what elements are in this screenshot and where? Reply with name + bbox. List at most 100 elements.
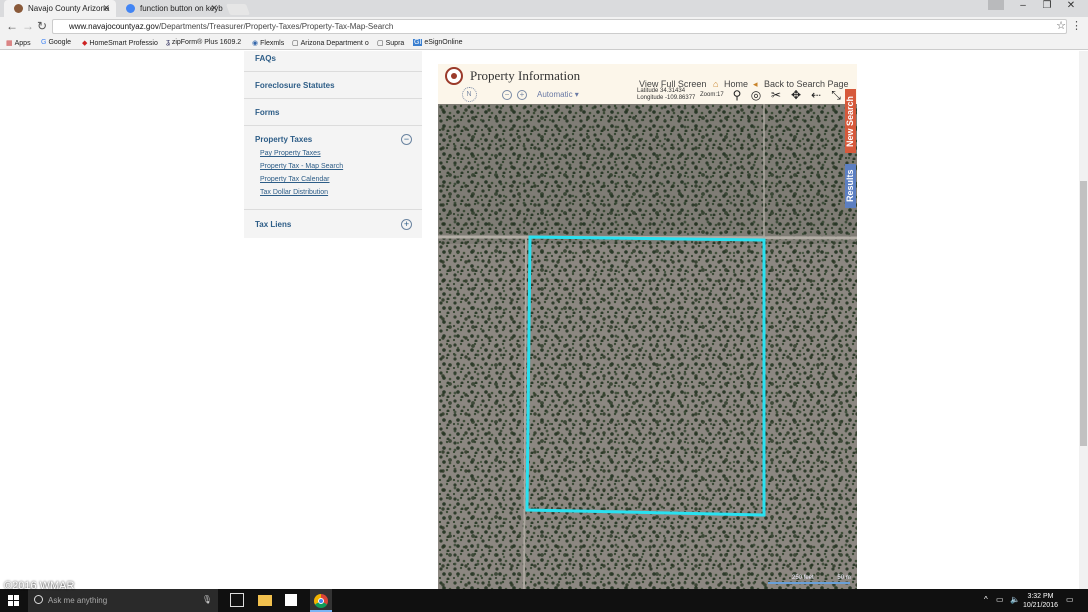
bookmarks-bar: ▦ Apps G Google ◆ HomeSmart Professio ʓ zipF… xyxy=(0,36,1088,50)
flexmls-icon: ◉ xyxy=(252,40,259,47)
microphone-icon[interactable]: 🎙 xyxy=(202,595,212,604)
bookmark-apps[interactable]: ▦ Apps xyxy=(6,39,31,47)
network-icon[interactable]: ▭ xyxy=(996,595,1004,604)
bookmark-label: Supra xyxy=(385,40,405,47)
browser-menu-icon[interactable]: ⋮ xyxy=(1071,19,1082,32)
map-title: Property Information xyxy=(470,68,581,83)
divider xyxy=(244,125,422,126)
scale-bar: 250 feet 50 m xyxy=(768,575,851,584)
zipform-icon: ʓ xyxy=(166,39,170,46)
bookmark-label: eSignOnline xyxy=(424,39,463,46)
minimize-icon[interactable]: – xyxy=(1012,0,1034,11)
coordinate-readout: Latitude 34.31434 Longitude -109.86377 xyxy=(637,88,695,102)
scale-bar-line xyxy=(768,582,850,584)
task-view-icon[interactable] xyxy=(230,593,244,607)
zoom-level: Zoom:17 xyxy=(700,92,724,98)
divider xyxy=(244,71,422,72)
notifications-icon[interactable]: ▭ xyxy=(1066,595,1074,604)
tab-google-search[interactable]: function button on keyb ✕ xyxy=(116,0,224,17)
windows-start-icon[interactable] xyxy=(8,595,19,606)
new-search-tab[interactable]: New Search xyxy=(845,89,856,153)
zoom-out-icon[interactable]: − xyxy=(502,90,512,100)
apps-grid-icon: ▦ xyxy=(6,40,13,47)
page-icon: ▢ xyxy=(377,40,384,47)
scale-meters: 50 m xyxy=(837,575,851,581)
bookmark-google[interactable]: G Google xyxy=(41,39,71,46)
bookmark-esignonline[interactable]: GI eSignOnline xyxy=(413,39,463,46)
forward-arrow-icon[interactable]: → xyxy=(22,19,34,33)
compass-pan-control[interactable]: N xyxy=(457,87,481,103)
results-tab[interactable]: Results xyxy=(845,164,856,208)
close-tab-icon[interactable]: ✕ xyxy=(210,3,218,14)
sidebar-item-tax-liens[interactable]: Tax Liens xyxy=(255,220,291,229)
basemap-select[interactable]: Automatic ▾ xyxy=(537,90,579,99)
store-icon[interactable] xyxy=(285,594,297,606)
address-bar-row: ← → ↻ www.navajocountyaz.gov/Departments… xyxy=(0,17,1088,36)
locate-tool-icon[interactable]: ◎ xyxy=(748,88,764,102)
search-icon xyxy=(34,595,43,604)
sub-item-tax-dollar-distribution[interactable]: Tax Dollar Distribution xyxy=(260,189,328,196)
bookmark-flexmls[interactable]: ◉ Flexmls xyxy=(252,39,284,47)
bookmark-label: HomeSmart Professio xyxy=(89,40,158,47)
sidebar-item-faqs[interactable]: FAQs xyxy=(255,54,276,63)
sub-item-property-tax-map-search[interactable]: Property Tax - Map Search xyxy=(260,163,343,170)
bookmark-label: Arizona Department o xyxy=(300,40,369,47)
reload-icon[interactable]: ↻ xyxy=(37,19,47,33)
user-profile-icon[interactable] xyxy=(988,0,1004,10)
tray-chevron-icon[interactable]: ^ xyxy=(984,595,988,604)
cortana-search-box[interactable]: Ask me anything 🎙 xyxy=(28,589,218,612)
page-scrollbar[interactable] xyxy=(1079,51,1088,589)
browser-tab-strip: Navajo County Arizona ✕ function button … xyxy=(0,0,1088,17)
scrollbar-thumb[interactable] xyxy=(1080,181,1087,446)
back-arrow-icon[interactable]: ← xyxy=(6,19,18,33)
esign-icon: GI xyxy=(413,39,423,46)
page-icon: ▢ xyxy=(292,40,299,47)
pan-tool-icon[interactable]: ✥ xyxy=(788,88,804,102)
longitude-readout: Longitude -109.86377 xyxy=(637,95,696,101)
clock-time: 3:32 PM xyxy=(1027,593,1054,600)
bookmark-label: Flexmls xyxy=(260,40,285,47)
zoom-in-icon[interactable]: + xyxy=(517,90,527,100)
divider xyxy=(244,209,422,210)
tab-navajo-county[interactable]: Navajo County Arizona ✕ xyxy=(4,0,116,17)
aerial-map-image[interactable] xyxy=(438,104,857,590)
bookmark-arizona-dept[interactable]: ▢ Arizona Department o xyxy=(292,39,369,47)
url-path: /Departments/Treasurer/Property-Taxes/Pr… xyxy=(158,22,394,31)
county-favicon-icon xyxy=(14,4,23,13)
measure-tool-icon[interactable]: ✂ xyxy=(768,88,784,102)
bookmark-supra[interactable]: ▢ Supra xyxy=(377,39,404,47)
google-favicon-icon xyxy=(126,4,135,13)
previous-extent-icon[interactable]: ⇠ xyxy=(808,88,824,102)
copyright-watermark: ©2016 WMAR xyxy=(4,580,75,592)
identify-tool-icon[interactable]: ⚲ xyxy=(729,88,745,102)
basemap-value: Automatic xyxy=(537,90,573,99)
home-link-icon[interactable]: ⌂ xyxy=(713,79,718,89)
bookmark-zipform[interactable]: ʓ zipForm® Plus 1609.2 xyxy=(166,39,241,46)
sub-item-property-tax-calendar[interactable]: Property Tax Calendar xyxy=(260,176,330,183)
sidebar-item-foreclosure-statutes[interactable]: Foreclosure Statutes xyxy=(255,81,335,90)
expand-icon[interactable]: + xyxy=(401,219,412,230)
sidebar-item-property-taxes[interactable]: Property Taxes xyxy=(255,135,312,144)
restore-icon[interactable]: ❐ xyxy=(1036,0,1058,11)
collapse-icon[interactable]: − xyxy=(401,134,412,145)
chrome-icon[interactable] xyxy=(310,589,332,612)
google-icon: G xyxy=(41,39,47,46)
close-tab-icon[interactable]: ✕ xyxy=(102,3,110,14)
file-explorer-icon[interactable] xyxy=(258,595,272,606)
sidebar-item-forms[interactable]: Forms xyxy=(255,108,279,117)
county-seal-icon xyxy=(445,67,463,85)
close-window-icon[interactable]: ✕ xyxy=(1060,0,1082,11)
bookmark-label: Apps xyxy=(14,40,31,47)
bookmark-homesmart[interactable]: ◆ HomeSmart Professio xyxy=(82,39,158,47)
volume-icon[interactable]: 🔈 xyxy=(1010,595,1020,604)
bookmark-star-icon[interactable]: ☆ xyxy=(1056,19,1066,32)
sub-item-pay-property-taxes[interactable]: Pay Property Taxes xyxy=(260,150,321,157)
full-extent-icon[interactable]: ⤡ xyxy=(828,88,844,102)
bookmark-label: zipForm® Plus 1609.2 xyxy=(171,39,242,46)
new-tab-button[interactable] xyxy=(225,4,251,15)
department-sidebar: FAQs Foreclosure Statutes Forms Property… xyxy=(244,51,422,238)
compass-letter: N xyxy=(461,87,477,102)
url-input[interactable]: www.navajocountyaz.gov/Departments/Treas… xyxy=(52,19,1067,34)
system-clock[interactable]: 3:32 PM 10/21/2016 xyxy=(1023,592,1058,610)
homesmart-icon: ◆ xyxy=(82,40,88,47)
